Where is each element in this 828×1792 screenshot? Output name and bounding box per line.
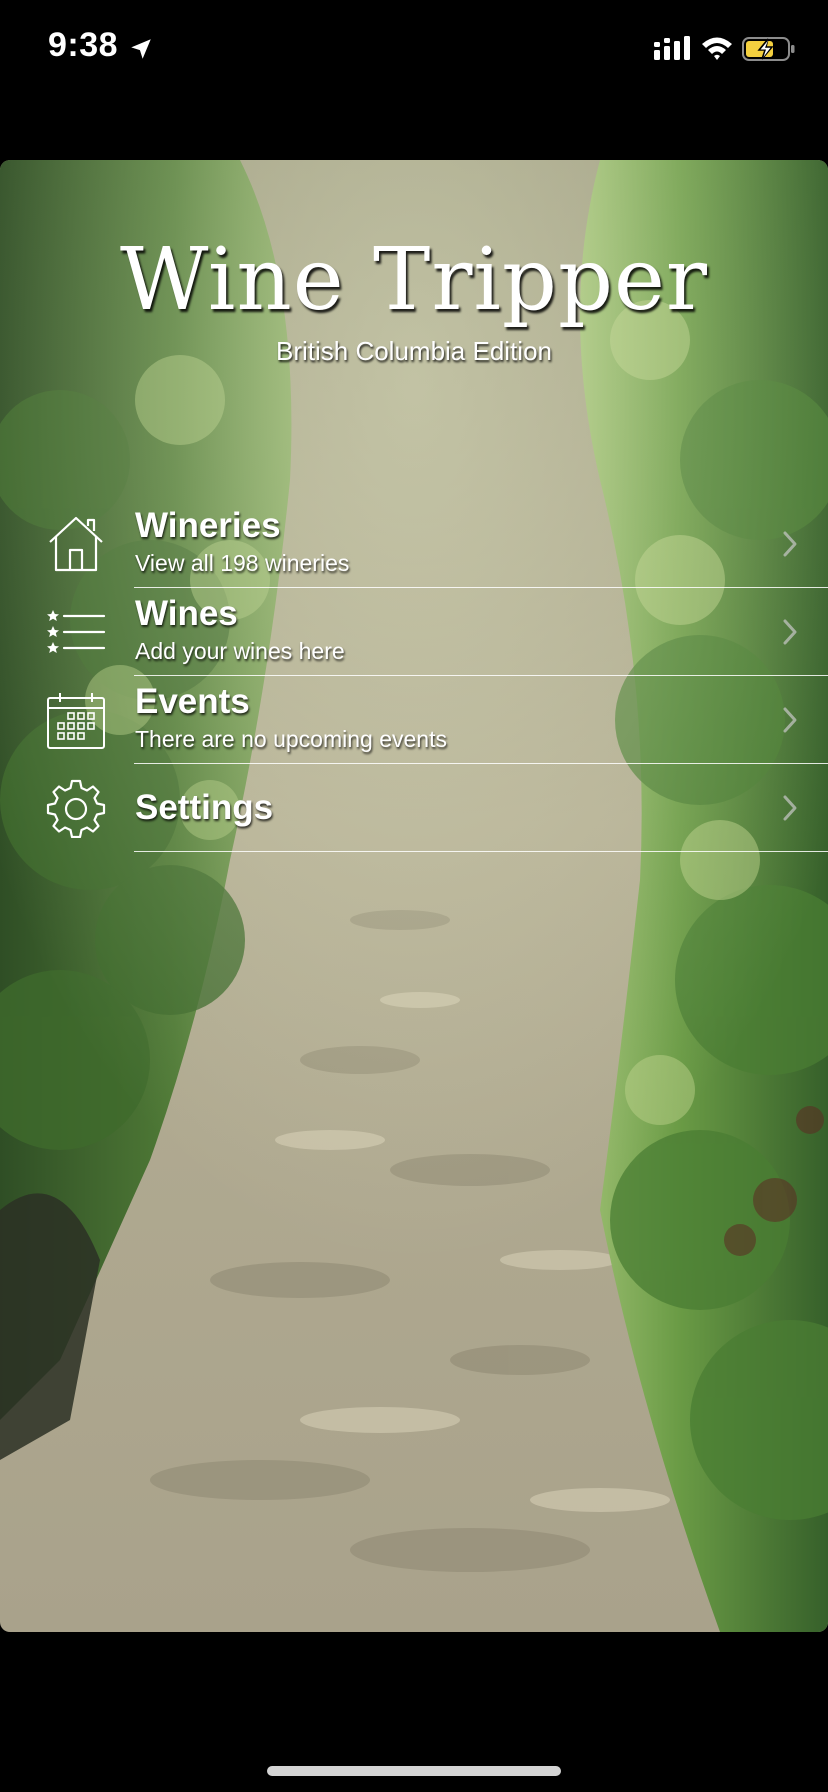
app-subtitle: British Columbia Edition: [275, 336, 552, 366]
menu-label-settings: Settings: [135, 788, 274, 827]
menu-subtitle-events: There are no upcoming events: [135, 726, 447, 752]
gear-icon: [46, 779, 106, 838]
chevron-right-icon: [783, 795, 797, 821]
menu-label-events: Events: [135, 682, 250, 721]
location-arrow-icon: [131, 39, 151, 59]
menu-item-wines[interactable]: Wines Add your wines here: [0, 588, 828, 676]
home-indicator[interactable]: [267, 1766, 561, 1776]
wifi-icon: [702, 37, 732, 60]
battery-charging-icon: [742, 37, 795, 61]
calendar-icon: [47, 693, 105, 749]
status-bar: 9:38: [0, 0, 828, 100]
cellular-signal-icon: [654, 36, 690, 60]
status-time: 9:38: [48, 26, 119, 64]
menu-item-wineries[interactable]: Wineries View all 198 wineries: [0, 500, 828, 588]
menu-subtitle-wineries: View all 198 wineries: [135, 550, 350, 576]
chevron-right-icon: [783, 619, 797, 645]
menu-item-events[interactable]: Events There are no upcoming events: [0, 676, 828, 764]
menu-label-wines: Wines: [135, 594, 238, 633]
menu-divider: [134, 851, 828, 852]
menu-label-wineries: Wineries: [135, 506, 281, 545]
main-menu: Wineries View all 198 wineries Wines Add…: [0, 500, 828, 852]
chevron-right-icon: [783, 707, 797, 733]
chevron-right-icon: [783, 531, 797, 557]
menu-subtitle-wines: Add your wines here: [135, 638, 345, 664]
house-icon: [49, 516, 103, 572]
menu-item-settings[interactable]: Settings: [0, 764, 828, 852]
app-screen: 9:38 Wine Tripper British Columbia Editi…: [0, 0, 828, 1792]
starred-list-icon: [47, 610, 106, 653]
app-title: Wine Tripper: [119, 230, 709, 330]
home-content: Wine Tripper British Columbia Edition Wi…: [0, 160, 828, 1632]
vineyard-background-image: [0, 160, 828, 1632]
